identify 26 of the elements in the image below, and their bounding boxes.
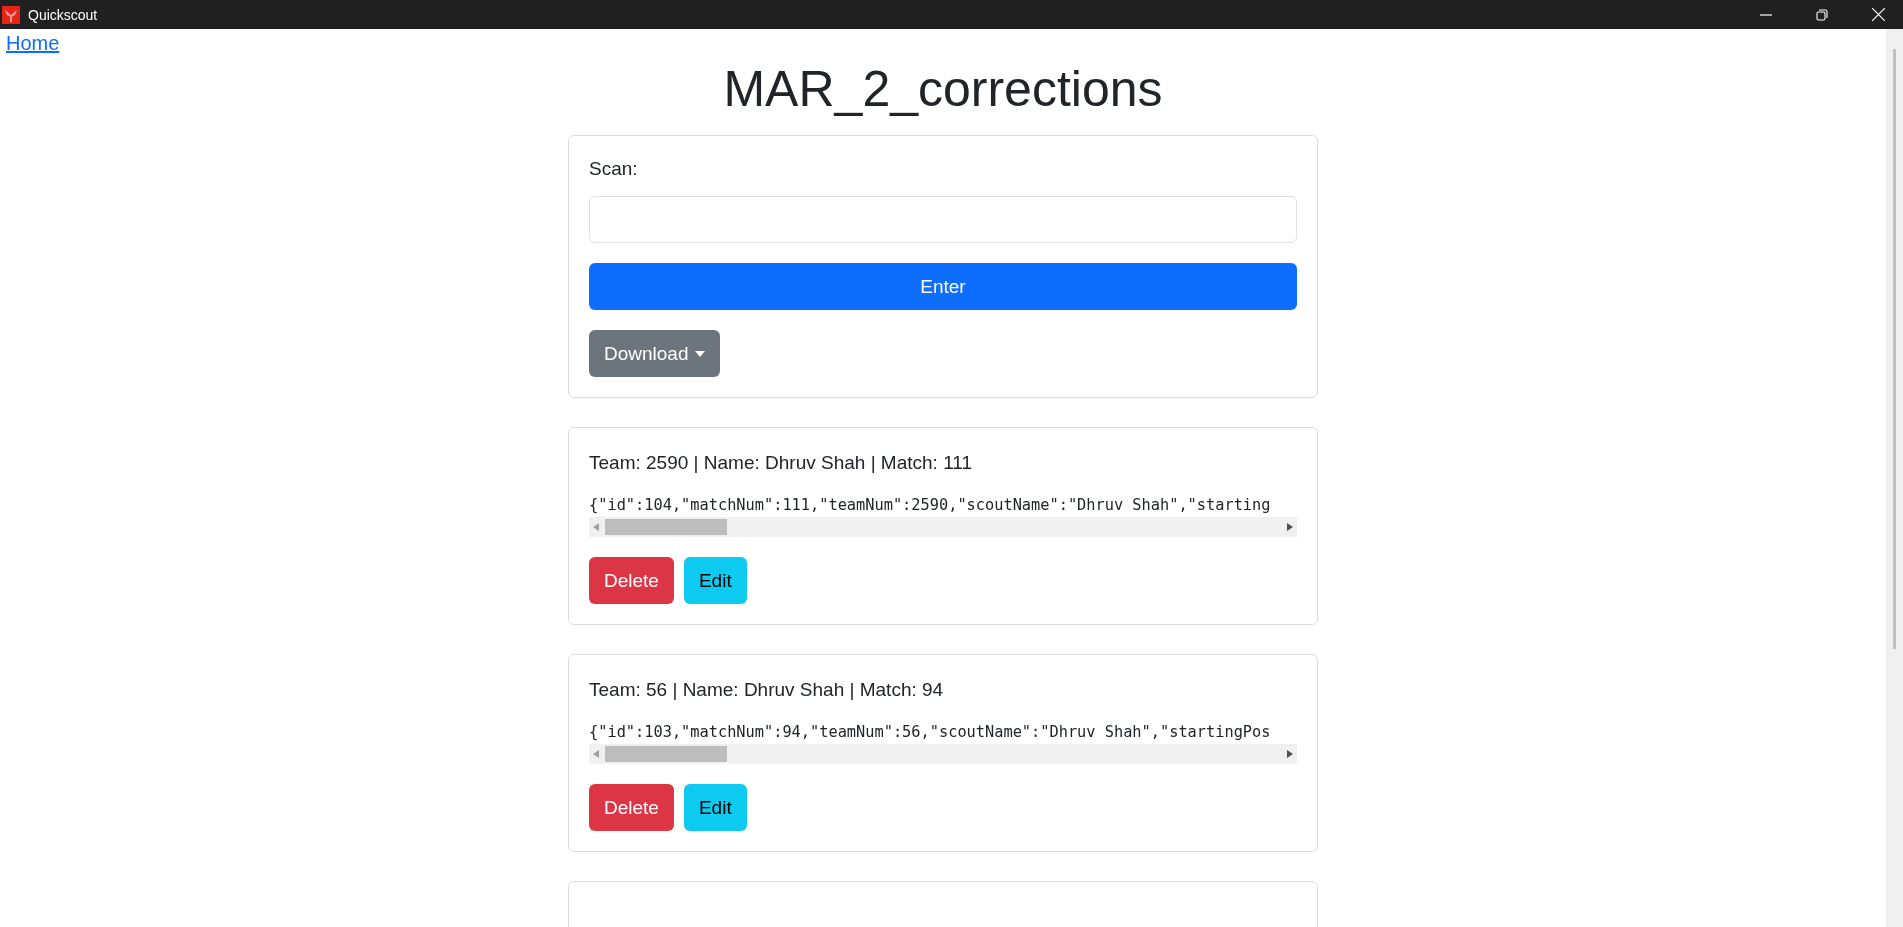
delete-button[interactable]: Delete (589, 557, 674, 604)
right-arrow-icon[interactable] (1287, 523, 1293, 531)
download-button[interactable]: Download (589, 330, 720, 377)
entry-json: {"id":103,"matchNum":94,"teamNum":56,"scoutName":"Dhruv Shah","startingPos (589, 723, 1271, 741)
horizontal-scrollbar[interactable] (589, 517, 1297, 537)
scan-label: Scan: (589, 158, 638, 180)
page-heading: MAR_2_corrections (723, 60, 1163, 119)
edit-button[interactable]: Edit (683, 557, 747, 604)
close-icon[interactable] (1872, 8, 1885, 21)
delete-button[interactable]: Delete (589, 784, 674, 831)
app-logo-icon (2, 5, 20, 24)
vertical-scrollbar[interactable] (1886, 29, 1903, 927)
scan-input-field[interactable] (589, 196, 1297, 243)
right-arrow-icon[interactable] (1287, 750, 1293, 758)
left-arrow-icon[interactable] (593, 523, 599, 531)
caret-icon (694, 350, 705, 357)
restore-icon[interactable] (1816, 8, 1828, 21)
home-link[interactable]: Home (6, 32, 60, 55)
entry-json: {"id":104,"matchNum":111,"teamNum":2590,"scoutName":"Dhruv Shah","starting (589, 496, 1271, 514)
edit-button[interactable]: Edit (683, 784, 747, 831)
left-arrow-icon[interactable] (593, 750, 599, 758)
horizontal-scrollbar[interactable] (589, 744, 1297, 764)
window-title: Quickscout (28, 6, 98, 23)
enter-button[interactable]: Enter (589, 263, 1297, 310)
entry-summary: Team: 56 | Name: Dhruv Shah | Match: 94 (589, 679, 944, 701)
entry-summary: Team: 2590 | Name: Dhruv Shah | Match: 111 (589, 452, 973, 474)
